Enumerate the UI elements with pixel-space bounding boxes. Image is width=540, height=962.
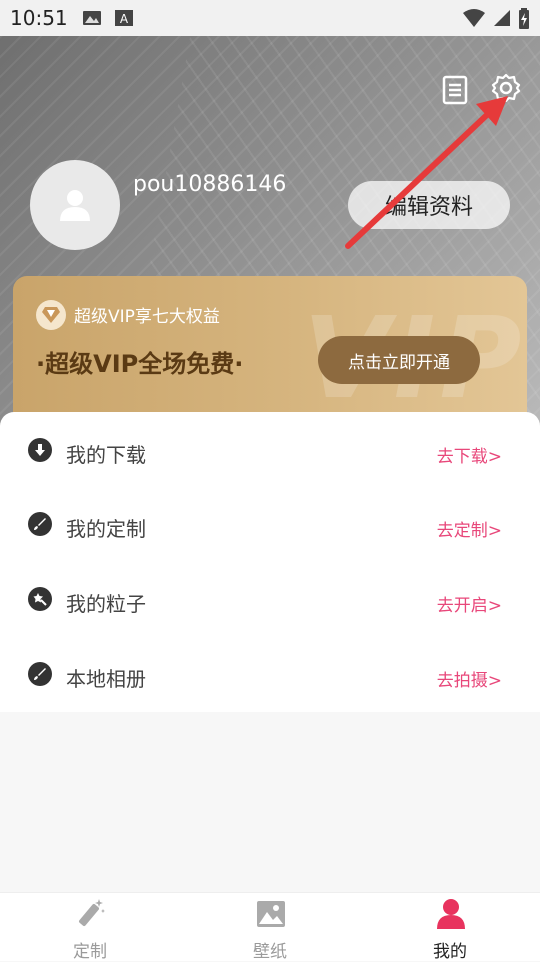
status-bar: 10:51 A: [0, 0, 540, 36]
menu-item-local-album[interactable]: 本地相册 去拍摄>: [0, 638, 540, 712]
menu-item-label: 我的下载: [66, 443, 146, 467]
magic-wand-icon: [79, 899, 105, 926]
document-icon[interactable]: [437, 72, 473, 108]
tab-custom[interactable]: 定制: [30, 893, 150, 962]
menu-item-label: 本地相册: [66, 667, 146, 691]
menu-item-custom[interactable]: 我的定制 去定制>: [0, 488, 540, 562]
wifi-icon: [462, 8, 486, 32]
battery-icon: [518, 8, 530, 34]
settings-gear-icon[interactable]: [488, 70, 524, 106]
image-icon: [257, 901, 285, 927]
tab-label: 壁纸: [253, 942, 287, 962]
signal-icon: [492, 8, 512, 32]
open-vip-button[interactable]: 点击立即开通: [318, 336, 480, 384]
svg-text:A: A: [120, 12, 129, 26]
brush-icon: [28, 512, 52, 536]
bottom-nav: 定制 壁纸 我的: [0, 892, 540, 962]
diamond-icon: [36, 300, 66, 330]
font-notification-icon: A: [114, 8, 134, 32]
status-time: 10:51: [10, 6, 68, 30]
sparkle-wand-icon: [28, 587, 52, 611]
menu-item-particles[interactable]: 我的粒子 去开启>: [0, 563, 540, 637]
menu-item-downloads[interactable]: 我的下载 去下载>: [0, 414, 540, 488]
avatar[interactable]: [30, 160, 120, 250]
menu-item-action[interactable]: 去定制>: [437, 516, 502, 541]
tab-label: 定制: [73, 942, 107, 962]
tab-label: 我的: [433, 942, 467, 962]
default-user-icon: [60, 190, 90, 221]
menu-item-action[interactable]: 去拍摄>: [437, 666, 502, 691]
menu-item-label: 我的粒子: [66, 592, 146, 616]
menu-item-action[interactable]: 去开启>: [437, 591, 502, 616]
vip-subtitle: 超级VIP享七大权益: [74, 307, 220, 327]
tab-wallpaper[interactable]: 壁纸: [210, 893, 330, 962]
menu-item-action[interactable]: 去下载>: [437, 442, 502, 467]
edit-profile-button[interactable]: 编辑资料: [348, 181, 510, 229]
gallery-notification-icon: [82, 8, 102, 32]
tab-mine[interactable]: 我的: [390, 893, 510, 962]
brush-icon: [28, 662, 52, 686]
username: pou10886146: [133, 172, 287, 197]
user-icon: [437, 899, 465, 929]
download-icon: [28, 438, 52, 462]
vip-headline: ·超级VIP全场免费·: [36, 350, 244, 378]
menu-item-label: 我的定制: [66, 517, 146, 541]
menu-list: 我的下载 去下载> 我的定制 去定制> 我的粒子 去开启> 本地相册 去拍摄>: [0, 412, 540, 712]
